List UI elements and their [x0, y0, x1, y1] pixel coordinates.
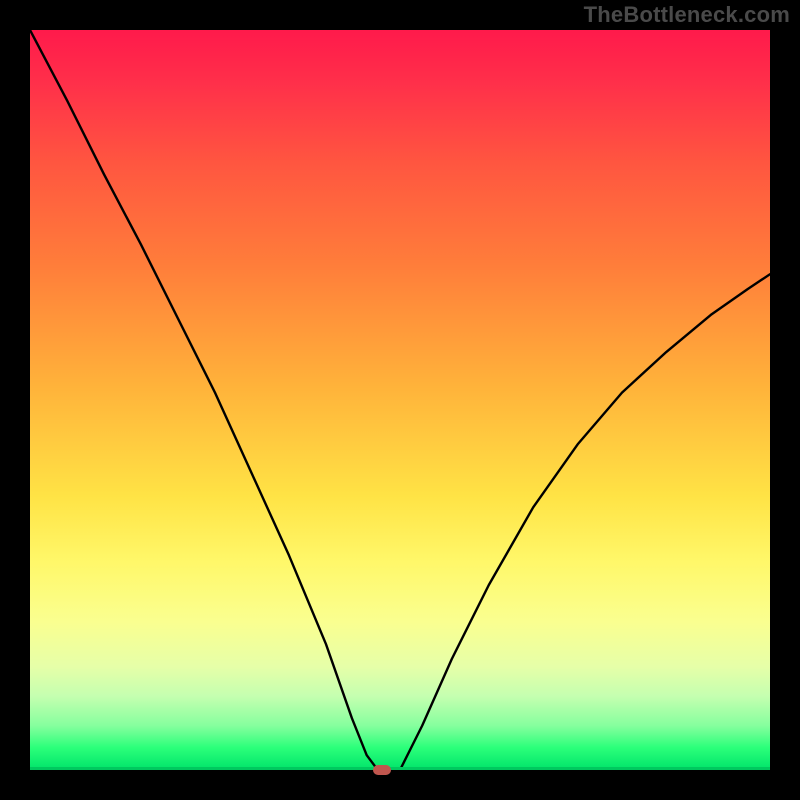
plot-area	[30, 30, 770, 770]
bottleneck-curve	[30, 30, 770, 770]
chart-container: TheBottleneck.com	[0, 0, 800, 800]
optimal-point-marker	[373, 765, 391, 775]
watermark-text: TheBottleneck.com	[584, 2, 790, 28]
x-axis-baseline	[30, 767, 770, 770]
